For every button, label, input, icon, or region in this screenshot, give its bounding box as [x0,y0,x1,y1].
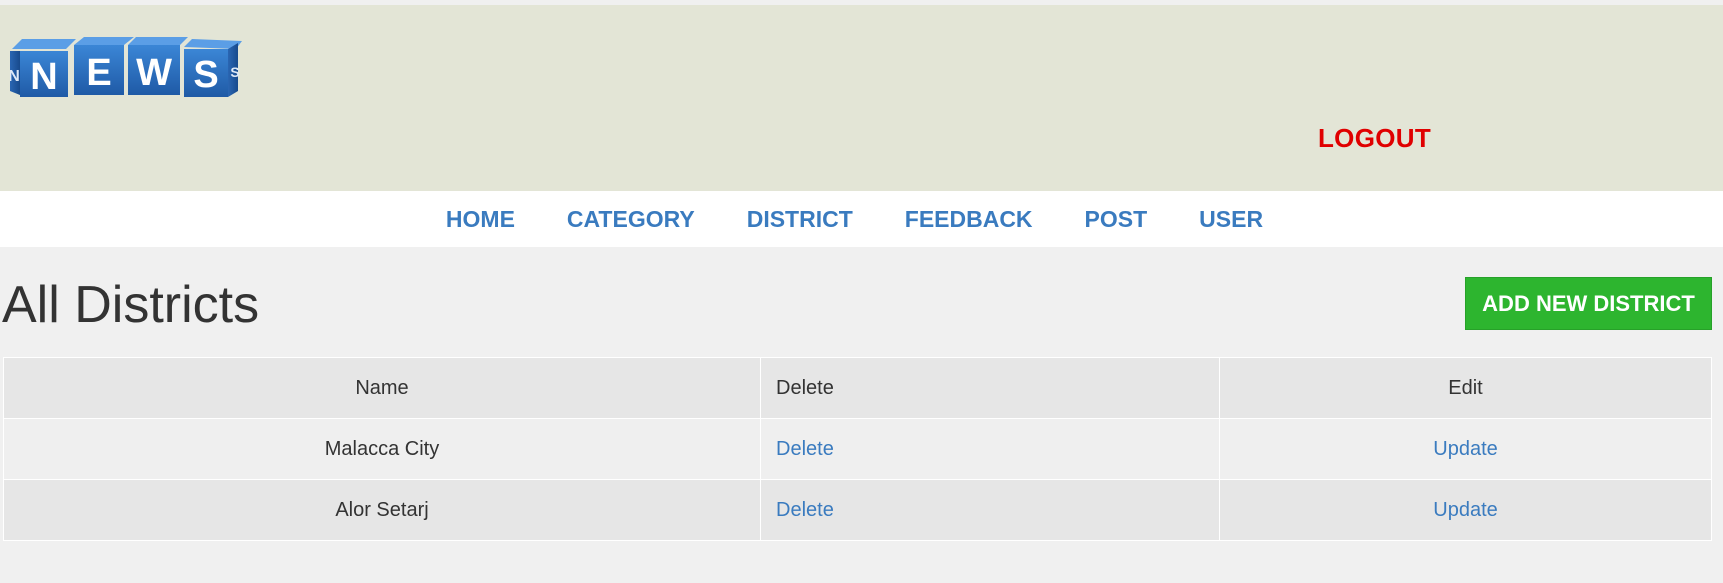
nav-item-home[interactable]: HOME [446,206,515,233]
edit-cell: Update [1219,479,1712,541]
table-row: Malacca City Delete Update [3,418,1712,480]
districts-table: Name Delete Edit Malacca City Delete Upd… [3,357,1712,541]
edit-cell: Update [1219,418,1712,480]
district-name: Malacca City [3,418,761,480]
district-name: Alor Setarj [3,479,761,541]
add-new-district-button[interactable]: ADD NEW DISTRICT [1465,277,1712,330]
site-header: N N E W S S LOGOUT [0,5,1723,191]
svg-text:W: W [136,52,172,94]
table-header-row: Name Delete Edit [3,357,1712,419]
svg-text:E: E [86,52,111,94]
nav-item-post[interactable]: POST [1085,206,1148,233]
main-nav: HOME CATEGORY DISTRICT FEEDBACK POST USE… [0,191,1723,247]
table-row: Alor Setarj Delete Update [3,479,1712,541]
delete-link[interactable]: Delete [776,499,834,521]
nav-item-feedback[interactable]: FEEDBACK [905,206,1033,233]
column-header-edit: Edit [1219,357,1712,419]
column-header-name: Name [3,357,761,419]
svg-text:N: N [30,56,57,98]
news-logo[interactable]: N N E W S S [10,35,246,105]
update-link[interactable]: Update [1433,499,1498,521]
nav-item-category[interactable]: CATEGORY [567,206,695,233]
nav-item-district[interactable]: DISTRICT [747,206,853,233]
svg-text:N: N [10,68,20,85]
svg-text:S: S [230,64,239,80]
nav-item-user[interactable]: USER [1199,206,1263,233]
page-title: All Districts [2,276,260,334]
delete-cell: Delete [760,479,1220,541]
column-header-delete: Delete [760,357,1220,419]
svg-text:S: S [193,54,218,96]
delete-link[interactable]: Delete [776,438,834,460]
delete-cell: Delete [760,418,1220,480]
logout-link[interactable]: LOGOUT [1318,123,1431,154]
update-link[interactable]: Update [1433,438,1498,460]
